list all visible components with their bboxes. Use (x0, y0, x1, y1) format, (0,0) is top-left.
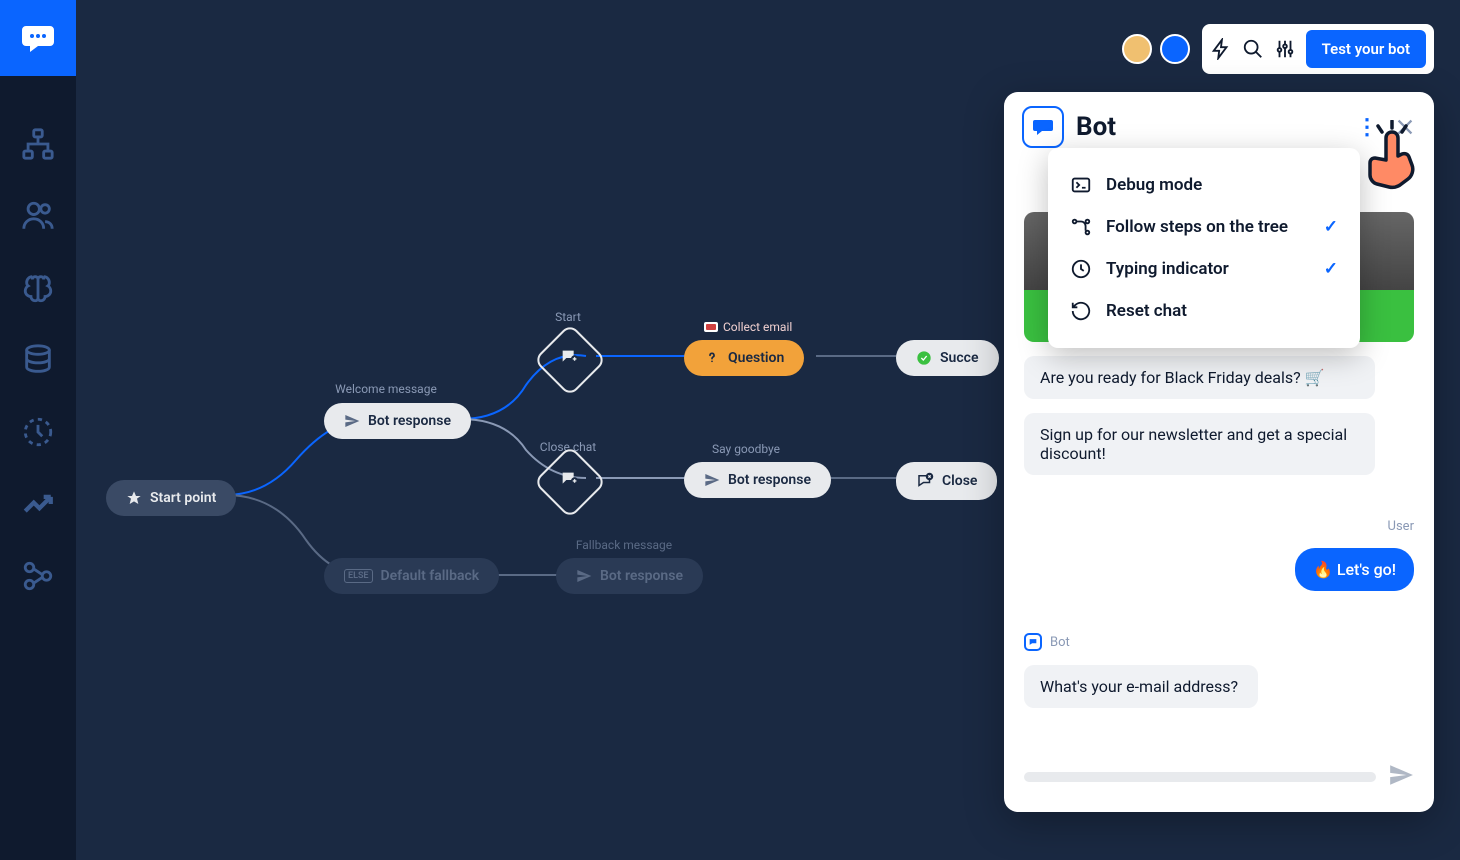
node-label: Bot response (368, 413, 451, 429)
node-label: Question (728, 350, 784, 366)
reset-icon (1070, 300, 1092, 322)
chat-title: Bot (1076, 112, 1116, 142)
database-icon[interactable] (20, 342, 56, 378)
flow-icon[interactable] (20, 126, 56, 162)
typing-indicator-option[interactable]: Typing indicator ✓ (1048, 248, 1360, 290)
else-badge: ELSE (344, 569, 373, 583)
bot-label: Bot (1050, 635, 1070, 650)
node-label: Default fallback (381, 568, 480, 584)
sidebar (0, 0, 76, 860)
say-goodbye-label: Say goodbye (676, 442, 816, 456)
app-logo[interactable] (0, 0, 76, 76)
brain-icon[interactable] (20, 270, 56, 306)
welcome-bot-response-node[interactable]: Bot response (324, 403, 471, 439)
bot-small-icon (1024, 633, 1042, 651)
goodbye-bot-response-node[interactable]: Bot response (684, 462, 831, 498)
default-fallback-node[interactable]: ELSE Default fallback (324, 558, 499, 594)
chat-options-dropdown: Debug mode Follow steps on the tree ✓ Ty… (1048, 148, 1360, 348)
question-node[interactable]: Question (684, 340, 804, 376)
user-label: User (1024, 519, 1414, 534)
close-node[interactable]: Close (896, 462, 997, 500)
users-icon[interactable] (20, 198, 56, 234)
chat-input-row (1004, 746, 1434, 812)
integrations-icon[interactable] (20, 558, 56, 594)
analytics-icon[interactable] (20, 486, 56, 522)
node-label: Start point (150, 490, 216, 506)
close-branch-node[interactable] (533, 445, 607, 519)
mail-icon (704, 322, 718, 332)
bot-message: What's your e-mail address? (1024, 665, 1258, 708)
debug-mode-option[interactable]: Debug mode (1048, 164, 1360, 206)
node-label: Close (942, 473, 977, 489)
user-message: 🔥 Let's go! (1295, 548, 1414, 591)
history-icon[interactable] (20, 414, 56, 450)
cursor-hand-icon (1356, 120, 1436, 200)
start-branch-node[interactable] (533, 323, 607, 397)
bot-message: Are you ready for Black Friday deals? 🛒 (1024, 356, 1375, 399)
follow-steps-option[interactable]: Follow steps on the tree ✓ (1048, 206, 1360, 248)
branch-icon (1070, 216, 1092, 238)
bot-message: Sign up for our newsletter and get a spe… (1024, 413, 1375, 475)
clock-icon (1070, 258, 1092, 280)
send-button[interactable] (1388, 762, 1414, 792)
start-branch-label: Start (498, 310, 638, 324)
bot-avatar (1022, 106, 1064, 148)
success-node[interactable]: Succe (896, 340, 999, 376)
check-icon: ✓ (1324, 259, 1338, 279)
terminal-icon (1070, 174, 1092, 196)
chat-input[interactable] (1024, 772, 1376, 782)
node-label: Bot response (600, 568, 683, 584)
fallback-message-label: Fallback message (554, 538, 694, 552)
reset-chat-option[interactable]: Reset chat (1048, 290, 1360, 332)
node-label: Bot response (728, 472, 811, 488)
welcome-message-label: Welcome message (316, 382, 456, 396)
collect-email-label: Collect email (704, 320, 792, 334)
node-label: Succe (940, 350, 979, 366)
fallback-bot-response-node[interactable]: Bot response (556, 558, 703, 594)
start-point-node[interactable]: Start point (106, 480, 236, 516)
check-icon: ✓ (1324, 217, 1338, 237)
